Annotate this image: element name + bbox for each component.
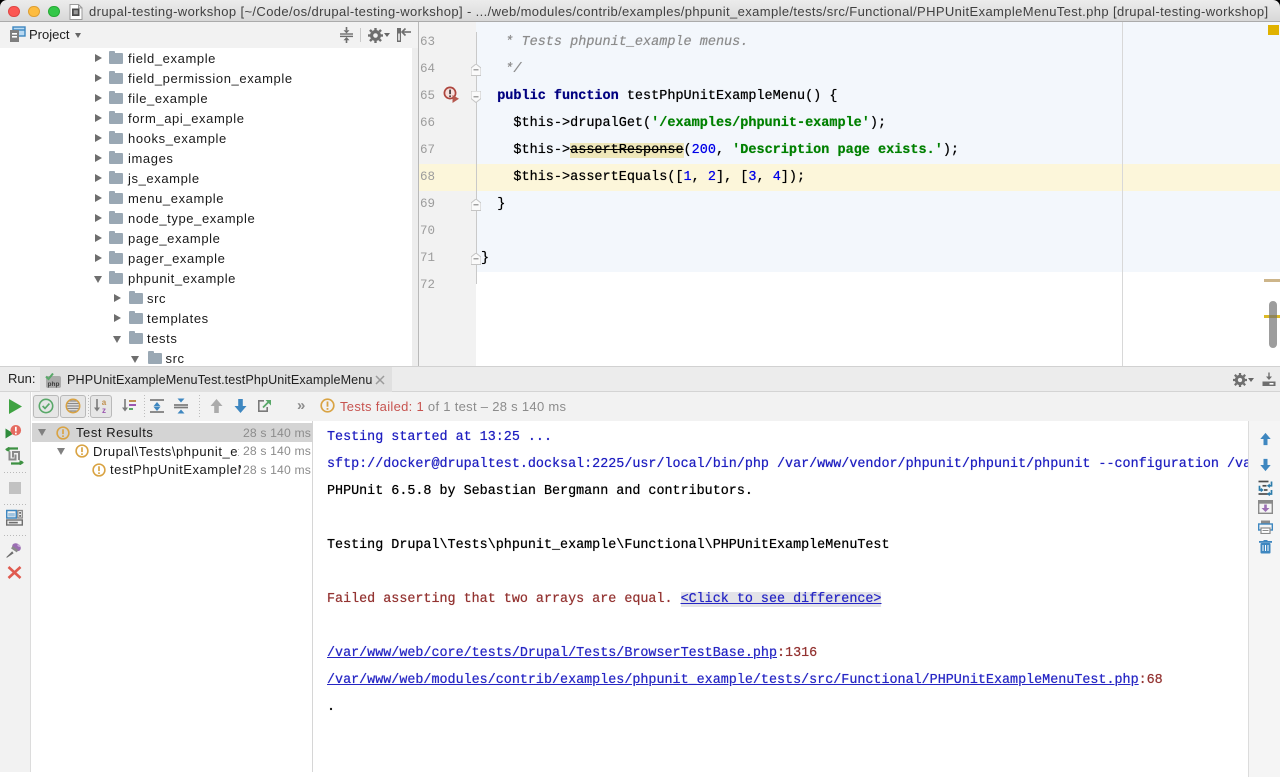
svg-text:php: php — [48, 381, 60, 388]
svg-text:z: z — [102, 406, 106, 414]
